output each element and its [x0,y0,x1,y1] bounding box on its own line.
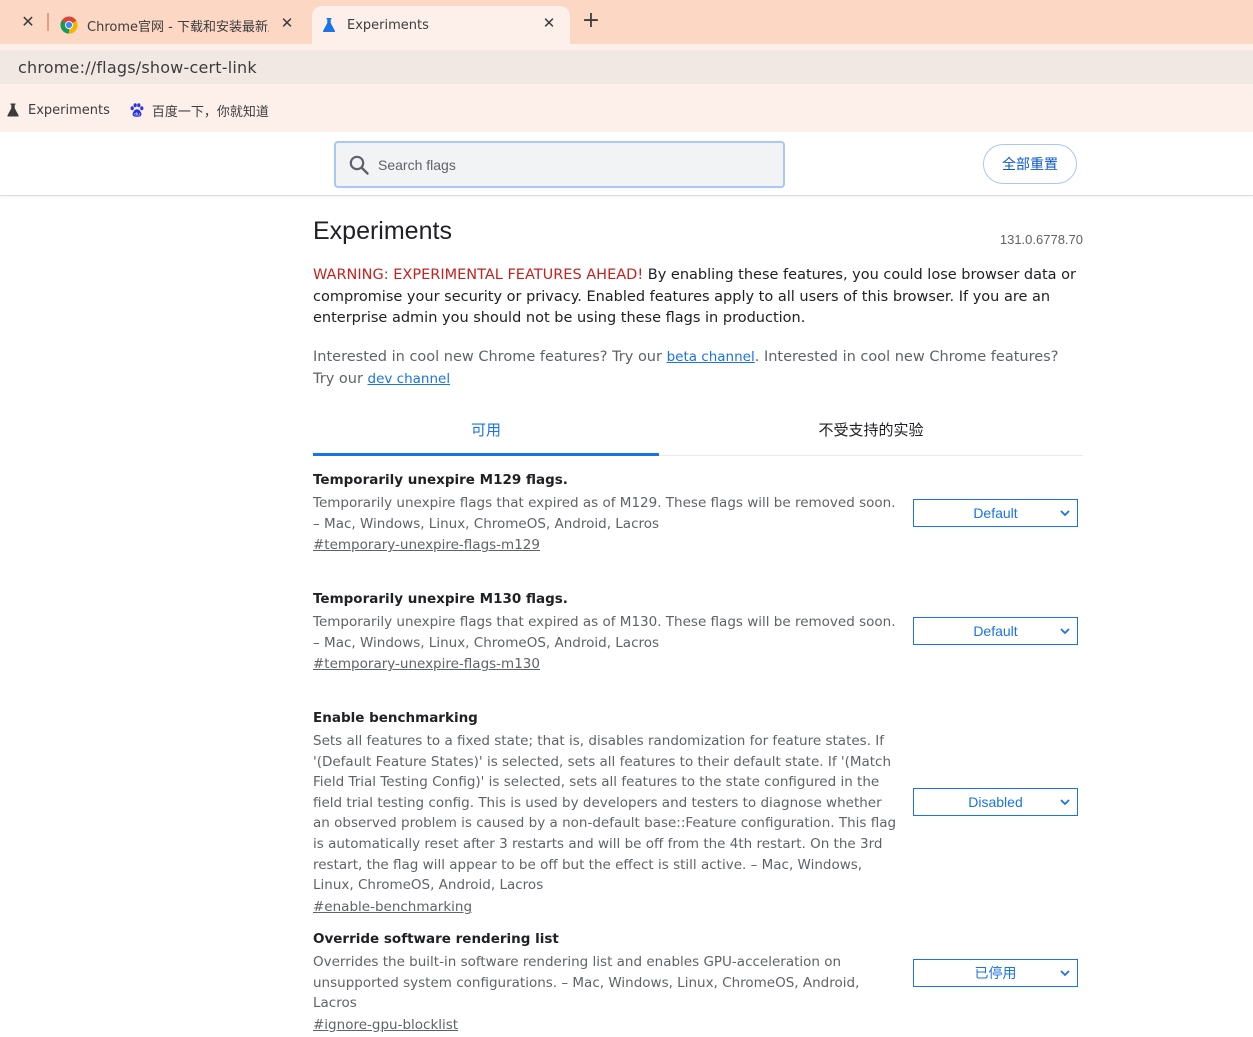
flag-state-select[interactable]: Default [913,617,1078,645]
flag-name: Enable benchmarking [313,710,478,726]
flag-name: Temporarily unexpire M130 flags. [313,591,568,607]
channel-promo: Interested in cool new Chrome features? … [313,347,1083,390]
flag-anchor-link[interactable]: #ignore-gpu-blocklist [313,1017,458,1033]
flag-entry: Enable benchmarking Sets all features to… [313,710,1083,915]
search-box[interactable] [334,141,785,188]
warning-text: WARNING: EXPERIMENTAL FEATURES AHEAD! By… [313,265,1083,330]
flag-name: Override software rendering list [313,931,559,947]
chevron-down-icon [1060,799,1070,806]
flag-state-select[interactable]: 已停用 [913,959,1078,987]
bookmark-experiments[interactable]: Experiments [5,102,110,118]
url-text[interactable]: chrome://flags/show-cert-link [18,58,257,77]
search-icon [349,155,369,175]
address-bar[interactable]: chrome://flags/show-cert-link [0,50,1253,84]
flag-anchor-link[interactable]: #temporary-unexpire-flags-m129 [313,537,540,553]
tab-close-icon[interactable]: ✕ [278,14,296,32]
select-value: Default [973,505,1018,521]
flag-description: Sets all features to a fixed state; that… [313,733,897,894]
select-value: Disabled [968,794,1023,810]
flag-anchor-link[interactable]: #enable-benchmarking [313,899,472,915]
dev-channel-link[interactable]: dev channel [368,371,451,387]
flags-tabs: 可用 不受支持的实验 [313,410,1083,456]
chrome-logo-icon [60,16,78,34]
chevron-down-icon [1060,628,1070,635]
flag-anchor-link[interactable]: #temporary-unexpire-flags-m130 [313,656,540,672]
select-value: Default [973,623,1018,639]
reset-all-button[interactable]: 全部重置 [983,144,1077,184]
beta-channel-link[interactable]: beta channel [667,349,755,365]
baidu-paw-icon: du [130,103,144,117]
warning-heading: WARNING: EXPERIMENTAL FEATURES AHEAD! [313,267,644,283]
flag-description: Temporarily unexpire flags that expired … [313,614,896,651]
toolbar: chrome://flags/show-cert-link [0,44,1253,88]
chevron-down-icon [1060,510,1070,517]
flag-entry: Override software rendering list Overrid… [313,931,1083,1033]
page-title: Experiments [313,217,452,245]
flag-description: Overrides the built-in software renderin… [313,954,860,1012]
close-icon[interactable]: ✕ [18,12,38,32]
new-tab-button[interactable]: + [580,9,602,33]
tab-separator [47,13,49,31]
select-value: 已停用 [974,965,1017,981]
tab-strip: ✕ Chrome官网 - 下载和安装最新版 ✕ Experiments ✕ + [0,0,1253,44]
flask-icon [7,103,19,117]
tab-available[interactable]: 可用 [313,410,659,456]
flag-name: Temporarily unexpire M129 flags. [313,472,568,488]
tab-title: Chrome官网 - 下载和安装最新版 [87,19,269,35]
promo-text: Interested in cool new Chrome features? … [313,349,667,365]
tab-unavailable[interactable]: 不受支持的实验 [698,410,1044,456]
flag-entry: Temporarily unexpire M130 flags. Tempora… [313,591,1083,672]
bookmark-label: Experiments [28,102,110,118]
version-label: 131.0.6778.70 [999,232,1083,247]
tab-chrome-official[interactable]: Chrome官网 - 下载和安装最新版 ✕ [52,6,308,44]
flag-state-select[interactable]: Disabled [913,788,1078,816]
bookmark-label: 百度一下，你就知道 [151,104,269,120]
tab-close-icon[interactable]: ✕ [540,14,558,32]
flask-icon [322,18,336,32]
flag-state-select[interactable]: Default [913,499,1078,527]
search-input[interactable] [378,156,758,173]
tab-title: Experiments [347,17,429,33]
tab-experiments[interactable]: Experiments ✕ [312,6,570,44]
bookmarks-bar: Experiments du 百度一下，你就知道 [0,88,1253,132]
flag-description: Temporarily unexpire flags that expired … [313,495,896,532]
chevron-down-icon [1060,970,1070,977]
svg-text:du: du [134,111,140,117]
bookmark-baidu[interactable]: du 百度一下，你就知道 [129,101,269,120]
flag-entry: Temporarily unexpire M129 flags. Tempora… [313,472,1083,553]
flags-header: 全部重置 [0,132,1253,196]
